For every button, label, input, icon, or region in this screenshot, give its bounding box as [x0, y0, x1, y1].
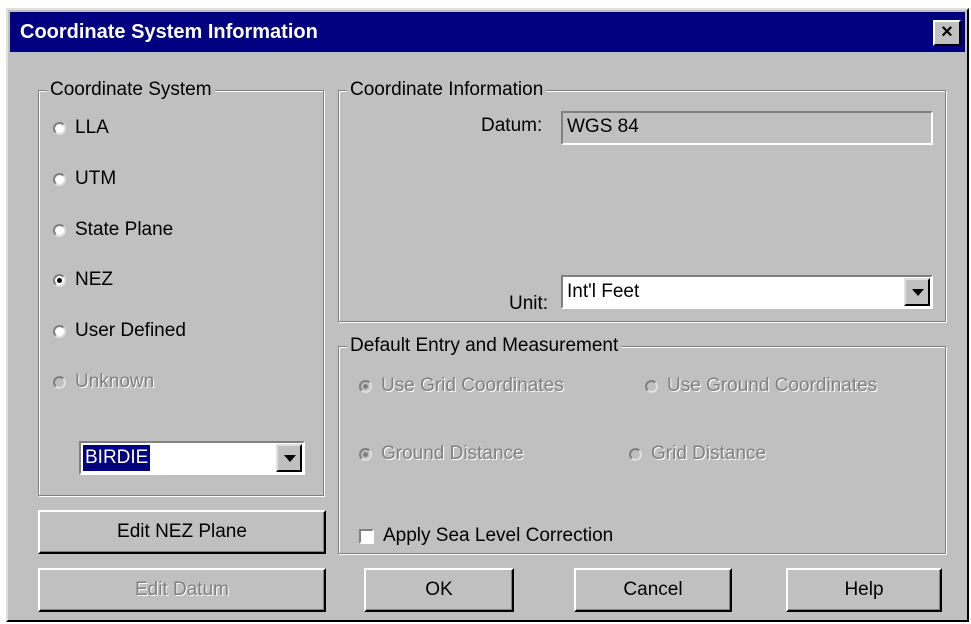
help-button[interactable]: Help: [786, 568, 942, 612]
chevron-down-icon[interactable]: [276, 444, 302, 472]
close-button[interactable]: ×: [933, 20, 961, 46]
sea-level-correction-box[interactable]: [359, 528, 374, 544]
chevron-down-icon[interactable]: [904, 278, 930, 306]
radio-utm-label: UTM: [75, 168, 117, 189]
radio-use-grid-coordinates-indicator: [359, 379, 372, 393]
radio-use-ground-coordinates-indicator: [645, 379, 658, 393]
radio-utm-indicator: [53, 172, 66, 186]
radio-grid-distance-indicator: [629, 447, 642, 461]
radio-unknown-indicator: [53, 375, 66, 389]
radio-nez-label: NEZ: [75, 269, 113, 290]
nez-plane-select[interactable]: BIRDIE: [79, 441, 305, 475]
coordinate-system-dialog: Coordinate System Information × Coordina…: [6, 8, 969, 622]
radio-lla-indicator: [53, 121, 66, 135]
radio-grid-distance: Grid Distance: [629, 443, 766, 465]
radio-lla[interactable]: LLA: [53, 117, 109, 139]
edit-nez-plane-button[interactable]: Edit NEZ Plane: [38, 510, 326, 554]
radio-nez[interactable]: NEZ: [53, 269, 113, 291]
edit-datum-label: Edit Datum: [135, 579, 229, 600]
unit-value: Int'l Feet: [567, 281, 640, 302]
ok-button[interactable]: OK: [364, 568, 514, 612]
datum-label: Datum:: [481, 115, 543, 136]
radio-state-plane[interactable]: State Plane: [53, 219, 173, 241]
ok-label: OK: [425, 579, 453, 600]
radio-use-grid-coordinates: Use Grid Coordinates: [359, 375, 564, 397]
default-entry-group: Default Entry and Measurement Use Grid C…: [338, 335, 946, 554]
radio-user-defined[interactable]: User Defined: [53, 320, 186, 342]
radio-use-ground-coordinates: Use Ground Coordinates: [645, 375, 877, 397]
radio-utm[interactable]: UTM: [53, 168, 116, 190]
radio-user-defined-indicator: [53, 324, 66, 338]
datum-field: WGS 84: [561, 111, 933, 145]
radio-unknown-label: Unknown: [75, 371, 155, 392]
edit-datum-button: Edit Datum: [38, 568, 326, 612]
radio-use-grid-coordinates-label: Use Grid Coordinates: [381, 375, 564, 396]
coordinate-system-legend: Coordinate System: [47, 79, 215, 101]
dialog-title: Coordinate System Information: [20, 21, 318, 43]
radio-grid-distance-label: Grid Distance: [651, 443, 767, 464]
radio-user-defined-label: User Defined: [75, 320, 186, 341]
nez-plane-value: BIRDIE: [83, 445, 151, 471]
coordinate-information-legend: Coordinate Information: [347, 79, 547, 101]
radio-state-plane-label: State Plane: [75, 219, 174, 240]
radio-ground-distance-indicator: [359, 447, 372, 461]
radio-state-plane-indicator: [53, 223, 66, 237]
title-bar[interactable]: Coordinate System Information ×: [10, 12, 965, 52]
coordinate-information-group: Coordinate Information Datum: WGS 84 Uni…: [338, 79, 946, 322]
edit-nez-plane-label: Edit NEZ Plane: [117, 521, 247, 542]
radio-ground-distance-label: Ground Distance: [381, 443, 524, 464]
close-icon: ×: [941, 21, 953, 43]
radio-lla-label: LLA: [75, 117, 109, 138]
unit-select[interactable]: Int'l Feet: [561, 275, 933, 309]
default-entry-legend: Default Entry and Measurement: [347, 335, 622, 357]
radio-use-ground-coordinates-label: Use Ground Coordinates: [667, 375, 878, 396]
unit-label: Unit:: [509, 293, 549, 314]
cancel-label: Cancel: [623, 579, 683, 600]
cancel-button[interactable]: Cancel: [574, 568, 732, 612]
sea-level-correction-label: Apply Sea Level Correction: [383, 525, 614, 546]
radio-ground-distance: Ground Distance: [359, 443, 524, 465]
help-label: Help: [844, 579, 884, 600]
sea-level-correction-checkbox[interactable]: Apply Sea Level Correction: [359, 525, 613, 547]
radio-unknown: Unknown: [53, 371, 154, 393]
coordinate-system-group: Coordinate System LLA UTM State Plane NE…: [38, 79, 324, 496]
radio-nez-indicator: [53, 273, 66, 287]
datum-value: WGS 84: [567, 116, 639, 137]
